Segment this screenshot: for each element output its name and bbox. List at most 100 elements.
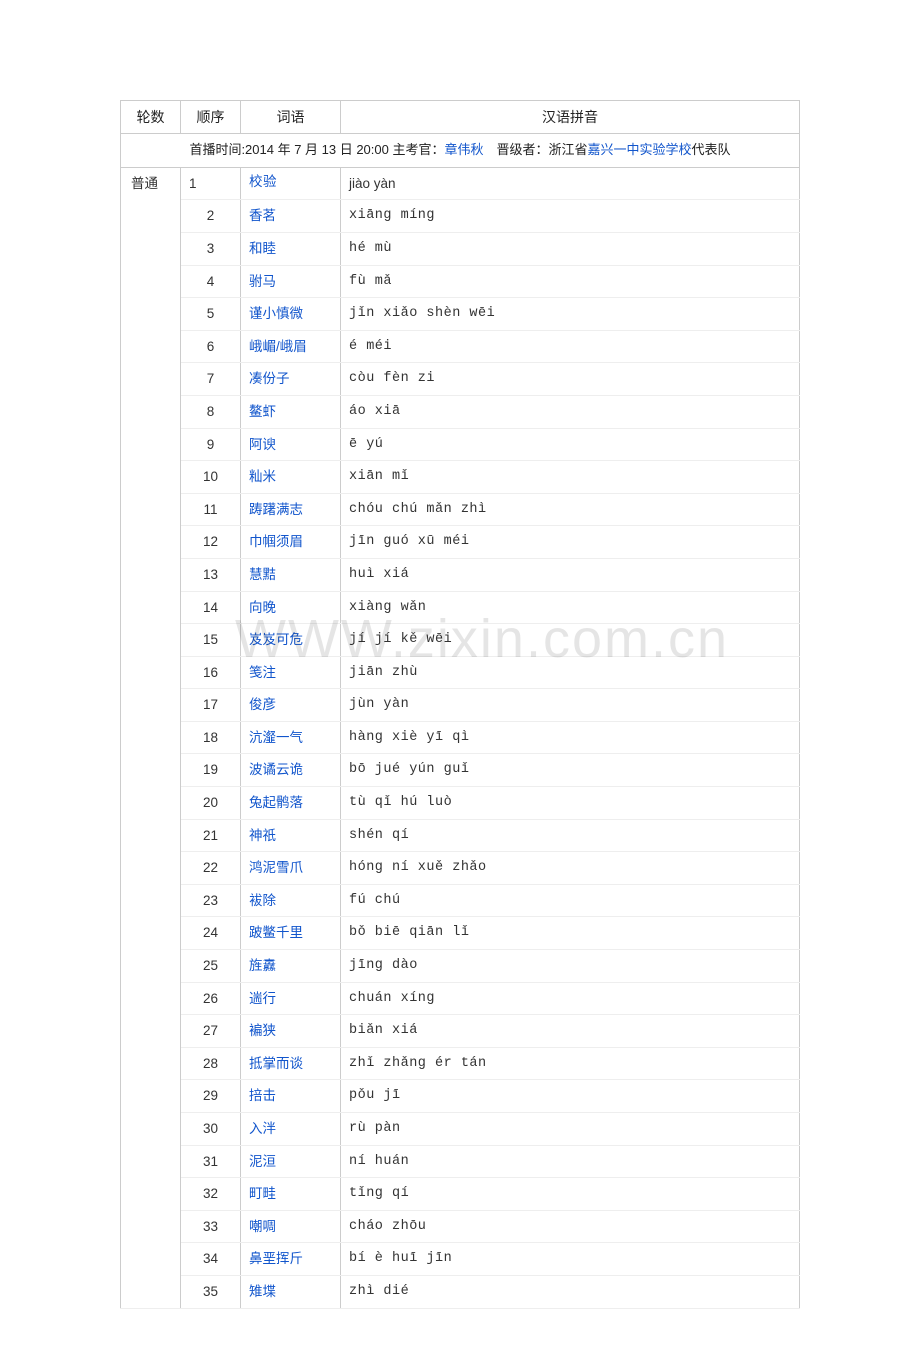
order-cell: 7: [181, 363, 241, 396]
word-link[interactable]: 谨小慎微: [249, 306, 303, 321]
table-row: 27褊狭biǎn xiá: [121, 1015, 800, 1048]
word-link[interactable]: 驸马: [249, 274, 276, 289]
table-row: 8鳌虾áo xiā: [121, 395, 800, 428]
info-mid: 晋级者：浙江省: [484, 142, 588, 157]
word-link[interactable]: 嘲啁: [249, 1219, 276, 1234]
order-cell: 30: [181, 1113, 241, 1146]
pinyin-cell: fú chú: [341, 884, 800, 917]
word-link[interactable]: 兔起鹘落: [249, 795, 303, 810]
pinyin-cell: ē yú: [341, 428, 800, 461]
word-link[interactable]: 褊狭: [249, 1023, 276, 1038]
order-cell: 24: [181, 917, 241, 950]
table-row: 15岌岌可危jí jí kě wēi: [121, 624, 800, 657]
word-link[interactable]: 掊击: [249, 1088, 276, 1103]
word-link[interactable]: 袚除: [249, 893, 276, 908]
pinyin-cell: huì xiá: [341, 558, 800, 591]
pinyin-cell: shén qí: [341, 819, 800, 852]
order-cell: 1: [181, 167, 241, 200]
table-row: 2香茗xiāng míng: [121, 200, 800, 233]
pinyin-cell: áo xiā: [341, 395, 800, 428]
word-link[interactable]: 笺注: [249, 665, 276, 680]
word-link[interactable]: 巾帼须眉: [249, 534, 303, 549]
word-link[interactable]: 鼻垩挥斤: [249, 1251, 303, 1266]
table-row: 29掊击pǒu jī: [121, 1080, 800, 1113]
order-cell: 14: [181, 591, 241, 624]
word-cell: 泥洹: [241, 1145, 341, 1178]
pinyin-cell: cháo zhōu: [341, 1210, 800, 1243]
word-cell: 波谲云诡: [241, 754, 341, 787]
word-cell: 褊狭: [241, 1015, 341, 1048]
word-link[interactable]: 俊彦: [249, 697, 276, 712]
pinyin-cell: hé mù: [341, 232, 800, 265]
table-row: 12巾帼须眉jīn guó xū méi: [121, 526, 800, 559]
word-link[interactable]: 入泮: [249, 1121, 276, 1136]
word-link[interactable]: 凑份子: [249, 371, 290, 386]
order-cell: 5: [181, 298, 241, 331]
pinyin-cell: hóng ní xuě zhǎo: [341, 852, 800, 885]
word-cell: 嘲啁: [241, 1210, 341, 1243]
pinyin-cell: jǐn xiǎo shèn wēi: [341, 298, 800, 331]
word-table: 轮数 顺序 词语 汉语拼音 首播时间:2014 年 7 月 13 日 20:00…: [120, 100, 800, 1309]
word-cell: 香茗: [241, 200, 341, 233]
table-row: 28抵掌而谈zhǐ zhǎng ér tán: [121, 1047, 800, 1080]
pinyin-cell: tù qǐ hú luò: [341, 787, 800, 820]
word-cell: 凑份子: [241, 363, 341, 396]
pinyin-cell: bō jué yún guǐ: [341, 754, 800, 787]
header-word: 词语: [241, 101, 341, 134]
examiner-link[interactable]: 章伟秋: [444, 142, 483, 157]
word-link[interactable]: 和睦: [249, 241, 276, 256]
word-link[interactable]: 雉堞: [249, 1284, 276, 1299]
word-link[interactable]: 沆瀣一气: [249, 730, 303, 745]
header-pinyin: 汉语拼音: [341, 101, 800, 134]
word-link[interactable]: 籼米: [249, 469, 276, 484]
word-link[interactable]: 岌岌可危: [249, 632, 303, 647]
word-link[interactable]: 慧黠: [249, 567, 276, 582]
word-link[interactable]: 阿谀: [249, 437, 276, 452]
table-row: 13慧黠huì xiá: [121, 558, 800, 591]
word-link[interactable]: 踌躇满志: [249, 502, 303, 517]
word-link[interactable]: 跛鳖千里: [249, 925, 303, 940]
pinyin-cell: rù pàn: [341, 1113, 800, 1146]
word-cell: 鳌虾: [241, 395, 341, 428]
word-link[interactable]: 旌纛: [249, 958, 276, 973]
word-link[interactable]: 鳌虾: [249, 404, 276, 419]
pinyin-cell: bí è huī jīn: [341, 1243, 800, 1276]
word-cell: 沆瀣一气: [241, 721, 341, 754]
word-link[interactable]: 峨嵋/峨眉: [249, 339, 307, 354]
order-cell: 9: [181, 428, 241, 461]
word-link[interactable]: 向晚: [249, 600, 276, 615]
order-cell: 29: [181, 1080, 241, 1113]
pinyin-cell: xiān mǐ: [341, 461, 800, 494]
order-cell: 33: [181, 1210, 241, 1243]
order-cell: 6: [181, 330, 241, 363]
info-prefix: 首播时间:2014 年 7 月 13 日 20:00 主考官：: [189, 142, 444, 157]
table-row: 16笺注jiān zhù: [121, 656, 800, 689]
order-cell: 28: [181, 1047, 241, 1080]
table-row: 10籼米xiān mǐ: [121, 461, 800, 494]
pinyin-cell: é méi: [341, 330, 800, 363]
pinyin-cell: jīn guó xū méi: [341, 526, 800, 559]
table-row: 35雉堞zhì dié: [121, 1275, 800, 1308]
word-link[interactable]: 町畦: [249, 1186, 276, 1201]
table-row: 23袚除fú chú: [121, 884, 800, 917]
word-link[interactable]: 泥洹: [249, 1154, 276, 1169]
order-cell: 35: [181, 1275, 241, 1308]
word-link[interactable]: 校验: [249, 176, 277, 191]
word-cell: 巾帼须眉: [241, 526, 341, 559]
word-cell: 鸿泥雪爪: [241, 852, 341, 885]
word-link[interactable]: 遄行: [249, 991, 276, 1006]
word-link[interactable]: 香茗: [249, 208, 276, 223]
table-row: 19波谲云诡bō jué yún guǐ: [121, 754, 800, 787]
word-cell: 旌纛: [241, 950, 341, 983]
word-link[interactable]: 神祇: [249, 828, 276, 843]
word-cell: 岌岌可危: [241, 624, 341, 657]
order-cell: 4: [181, 265, 241, 298]
word-link[interactable]: 抵掌而谈: [249, 1056, 303, 1071]
table-row: 9 阿谀 ē yú: [121, 428, 800, 461]
word-cell: 掊击: [241, 1080, 341, 1113]
table-row: 31泥洹ní huán: [121, 1145, 800, 1178]
word-link[interactable]: 鸿泥雪爪: [249, 860, 303, 875]
school-link[interactable]: 嘉兴一中实验学校: [588, 142, 692, 157]
word-cell: 雉堞: [241, 1275, 341, 1308]
word-link[interactable]: 波谲云诡: [249, 762, 303, 777]
